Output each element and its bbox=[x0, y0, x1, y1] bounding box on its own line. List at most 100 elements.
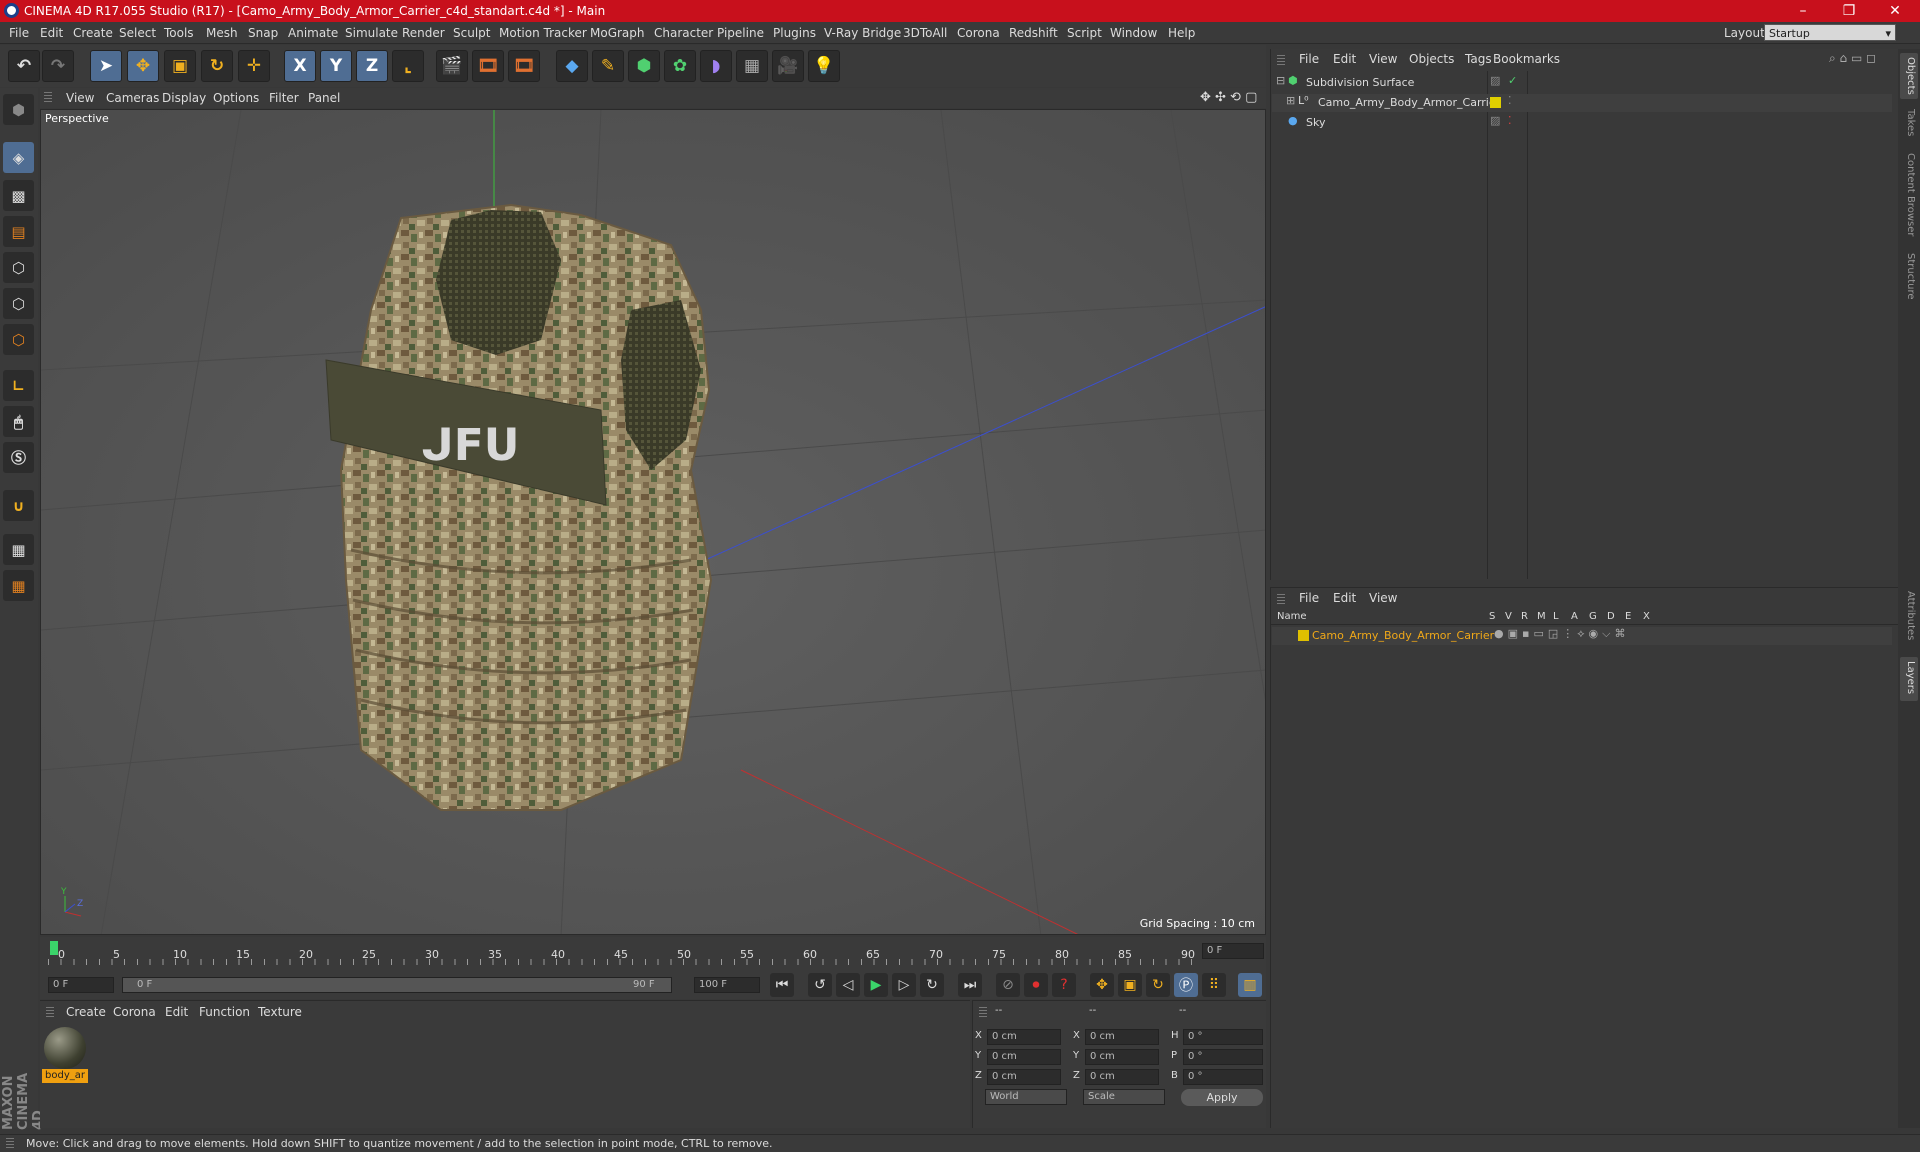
model-mode-button[interactable]: ◈ bbox=[3, 142, 34, 173]
go-to-start-button[interactable]: ⏮ bbox=[770, 973, 794, 997]
size-y-field[interactable]: 0 cm bbox=[1085, 1049, 1159, 1065]
size-x-field[interactable]: 0 cm bbox=[1085, 1029, 1159, 1045]
previous-frame-button[interactable]: ◁ bbox=[836, 973, 860, 997]
rotate-tool-button[interactable]: ↻ bbox=[201, 50, 233, 82]
add-camera-button[interactable]: 🎥 bbox=[772, 50, 804, 82]
undo-button[interactable]: ↶ bbox=[8, 50, 40, 82]
viewport-menu-filter[interactable]: Filter bbox=[269, 91, 299, 105]
menu-select[interactable]: Select bbox=[119, 26, 156, 40]
object-search-home-icons[interactable]: ⌕ ⌂ ▭ ◻ bbox=[1829, 51, 1876, 66]
menu-edit[interactable]: Edit bbox=[40, 26, 63, 40]
object-row-sky[interactable]: ● Sky ▨ ⁚ bbox=[1272, 114, 1892, 132]
layer-menu-edit[interactable]: Edit bbox=[1333, 591, 1356, 605]
layout-select[interactable]: Startup ▾ bbox=[1764, 24, 1896, 41]
key-position-button[interactable]: ✥ bbox=[1090, 973, 1114, 997]
add-deformer-button[interactable]: ◗ bbox=[700, 50, 732, 82]
render-view-button[interactable]: 🎬 bbox=[436, 50, 468, 82]
snap-button[interactable]: Ⓢ bbox=[3, 442, 34, 473]
material-menu-edit[interactable]: Edit bbox=[165, 1005, 188, 1019]
start-frame-field[interactable]: 0 F bbox=[48, 977, 114, 993]
edges-mode-button[interactable]: ⬡ bbox=[3, 288, 34, 319]
object-menu-bookmarks[interactable]: Bookmarks bbox=[1493, 52, 1560, 66]
layer-color-swatch[interactable] bbox=[1490, 97, 1501, 108]
visibility-dots-icon[interactable]: ⁚ bbox=[1508, 114, 1512, 127]
rotation-p-field[interactable]: 0 ° bbox=[1183, 1049, 1263, 1065]
menu-mesh[interactable]: Mesh bbox=[206, 26, 238, 40]
timeline-ruler[interactable]: 0 F bbox=[40, 937, 1266, 971]
layer-menu-view[interactable]: View bbox=[1369, 591, 1397, 605]
menu-character[interactable]: Character bbox=[654, 26, 713, 40]
size-mode-select[interactable]: Scale bbox=[1083, 1089, 1165, 1105]
material-menu-function[interactable]: Function bbox=[199, 1005, 250, 1019]
viewport-menu-display[interactable]: Display bbox=[162, 91, 206, 105]
render-settings-button[interactable]: 🎞 bbox=[508, 50, 540, 82]
menu-corona[interactable]: Corona bbox=[957, 26, 1000, 40]
menu-snap[interactable]: Snap bbox=[248, 26, 278, 40]
menu-motion-tracker[interactable]: Motion Tracker bbox=[499, 26, 587, 40]
layer-color-swatch[interactable] bbox=[1298, 630, 1309, 641]
next-key-button[interactable]: ↻ bbox=[920, 973, 944, 997]
add-cube-button[interactable]: ◆ bbox=[556, 50, 588, 82]
tweak-mode-button[interactable]: 🖱 bbox=[3, 406, 34, 437]
add-spline-button[interactable]: ✎ bbox=[592, 50, 624, 82]
make-editable-button[interactable]: ⬢ bbox=[3, 94, 34, 125]
coordinate-space-select[interactable]: World bbox=[985, 1089, 1067, 1105]
layer-menu-file[interactable]: File bbox=[1299, 591, 1319, 605]
planar-workplane-button[interactable]: ▦ bbox=[3, 570, 34, 601]
menu-animate[interactable]: Animate bbox=[288, 26, 338, 40]
menu-mograph[interactable]: MoGraph bbox=[590, 26, 645, 40]
x-axis-lock-button[interactable]: X bbox=[284, 50, 316, 82]
viewport-navigation-icons[interactable]: ✥ ✣ ⟲ ▢ bbox=[1200, 90, 1257, 105]
z-axis-lock-button[interactable]: Z bbox=[356, 50, 388, 82]
key-scale-button[interactable]: ▣ bbox=[1118, 973, 1142, 997]
enabled-check-icon[interactable]: ✓ bbox=[1508, 74, 1517, 87]
keyframe-selection-button[interactable]: ? bbox=[1052, 973, 1076, 997]
key-pla-button[interactable]: ⠿ bbox=[1202, 973, 1226, 997]
object-row-subdivision-surface[interactable]: ⊟ ⬢ Subdivision Surface ▨ ✓ bbox=[1272, 74, 1892, 92]
menu-create[interactable]: Create bbox=[73, 26, 113, 40]
visibility-dots-icon[interactable]: ⁚ bbox=[1508, 94, 1512, 107]
workplane-mode-button[interactable]: ▤ bbox=[3, 216, 34, 247]
rotation-h-field[interactable]: 0 ° bbox=[1183, 1029, 1263, 1045]
menu-vray-bridge[interactable]: V-Ray Bridge bbox=[824, 26, 901, 40]
3d-viewport[interactable]: ᒍFᑌ Y Z Perspective Grid Spacing : 10 cm bbox=[40, 109, 1266, 935]
dock-tab-objects[interactable]: Objects bbox=[1900, 53, 1918, 99]
previous-key-button[interactable]: ↺ bbox=[808, 973, 832, 997]
object-menu-edit[interactable]: Edit bbox=[1333, 52, 1356, 66]
apply-button[interactable]: Apply bbox=[1181, 1089, 1263, 1106]
polygons-mode-button[interactable]: ⬡ bbox=[3, 324, 34, 355]
dock-tab-layers[interactable]: Layers bbox=[1900, 657, 1918, 701]
render-picture-viewer-button[interactable]: 🎞 bbox=[472, 50, 504, 82]
current-frame-field[interactable]: 0 F bbox=[1202, 943, 1264, 959]
add-light-button[interactable]: 💡 bbox=[808, 50, 840, 82]
timeline-window-button[interactable]: ▥ bbox=[1238, 973, 1262, 997]
coordinate-system-button[interactable]: ⌞ bbox=[392, 50, 424, 82]
position-y-field[interactable]: 0 cm bbox=[987, 1049, 1061, 1065]
viewport-menu-cameras[interactable]: Cameras bbox=[106, 91, 159, 105]
add-nurbs-button[interactable]: ⬢ bbox=[628, 50, 660, 82]
restore-button[interactable]: ❐ bbox=[1826, 0, 1872, 22]
menu-help[interactable]: Help bbox=[1168, 26, 1195, 40]
menu-tools[interactable]: Tools bbox=[164, 26, 194, 40]
move-tool-button[interactable]: ✥ bbox=[127, 50, 159, 82]
menu-3dtoall[interactable]: 3DToAll bbox=[903, 26, 947, 40]
tree-expand-icon[interactable]: ⊞ bbox=[1286, 94, 1295, 107]
next-frame-button[interactable]: ▷ bbox=[892, 973, 916, 997]
viewport-menu-view[interactable]: View bbox=[66, 91, 94, 105]
locked-workplane-button[interactable]: ▦ bbox=[3, 534, 34, 565]
redo-button[interactable]: ↷ bbox=[42, 50, 74, 82]
axis-mode-button[interactable]: ∟ bbox=[3, 370, 34, 401]
transform-tool-button[interactable]: ✛ bbox=[238, 50, 270, 82]
menu-redshift[interactable]: Redshift bbox=[1009, 26, 1058, 40]
menu-render[interactable]: Render bbox=[402, 26, 445, 40]
playhead-marker[interactable] bbox=[50, 941, 58, 955]
viewport-menu-panel[interactable]: Panel bbox=[308, 91, 340, 105]
object-menu-view[interactable]: View bbox=[1369, 52, 1397, 66]
tree-expand-icon[interactable]: ⊟ bbox=[1276, 74, 1285, 87]
menu-window[interactable]: Window bbox=[1110, 26, 1157, 40]
menu-pipeline[interactable]: Pipeline bbox=[717, 26, 764, 40]
material-menu-corona[interactable]: Corona bbox=[113, 1005, 156, 1019]
add-array-button[interactable]: ✿ bbox=[664, 50, 696, 82]
play-button[interactable]: ▶ bbox=[864, 973, 888, 997]
viewport-menu-options[interactable]: Options bbox=[213, 91, 259, 105]
